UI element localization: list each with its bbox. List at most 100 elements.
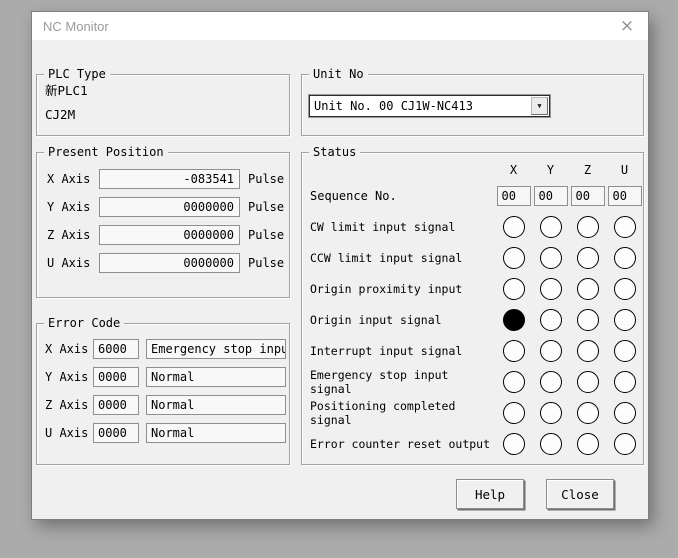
desktop-background: NC Monitor × PLC Type 新PLC1 CJ2M Unit No… — [0, 0, 678, 558]
error-row-z: Z Axis 0000 Normal — [37, 391, 289, 419]
plc-name: 新PLC1 — [45, 82, 289, 99]
signal-label: Emergency stop input signal — [310, 368, 495, 396]
help-button[interactable]: Help — [456, 479, 524, 509]
error-code-value-x: 6000 — [93, 339, 139, 359]
unit-no-label: Unit No — [309, 67, 368, 82]
indicator-circle — [540, 309, 562, 331]
signal-row-error-counter-reset: Error counter reset output — [302, 428, 643, 459]
error-row-x: X Axis 6000 Emergency stop inpu — [37, 335, 289, 363]
signal-label: Error counter reset output — [310, 437, 495, 451]
position-value-y: 0000000 — [99, 197, 240, 217]
indicator-circle — [614, 371, 636, 393]
axis-label: X Axis — [45, 342, 93, 356]
axis-label: Y Axis — [47, 200, 99, 214]
status-group: Status X Y Z U Sequence No. 00 00 — [301, 152, 644, 465]
unit-no-selected-value: Unit No. 00 CJ1W-NC413 — [310, 99, 531, 113]
sequence-no-row: Sequence No. 00 00 00 00 — [302, 181, 643, 211]
position-value-x: -083541 — [99, 169, 240, 189]
unit-label: Pulse — [248, 228, 284, 242]
error-desc-x: Emergency stop inpu — [146, 339, 286, 359]
column-y: Y — [547, 163, 554, 177]
sequence-no-label: Sequence No. — [310, 189, 495, 203]
present-position-label: Present Position — [44, 145, 168, 160]
indicator-circle — [577, 278, 599, 300]
error-code-value-u: 0000 — [93, 423, 139, 443]
column-z: Z — [584, 163, 591, 177]
position-value-z: 0000000 — [99, 225, 240, 245]
indicator-circle — [503, 433, 525, 455]
signal-row-origin-proximity: Origin proximity input — [302, 273, 643, 304]
axis-label: U Axis — [47, 256, 99, 270]
column-u: U — [621, 163, 628, 177]
signal-label: Origin proximity input — [310, 282, 495, 296]
error-row-y: Y Axis 0000 Normal — [37, 363, 289, 391]
indicator-circle — [577, 433, 599, 455]
indicator-circle — [540, 371, 562, 393]
present-position-group: Present Position X Axis -083541 Pulse Y … — [36, 152, 290, 298]
sequence-value-u: 00 — [608, 186, 642, 206]
unit-label: Pulse — [248, 172, 284, 186]
plc-type-label: PLC Type — [44, 67, 110, 82]
axis-label: Y Axis — [45, 370, 93, 384]
indicator-circle — [614, 216, 636, 238]
indicator-circle — [577, 309, 599, 331]
error-code-value-y: 0000 — [93, 367, 139, 387]
window-title: NC Monitor — [43, 19, 109, 34]
indicator-circle — [503, 216, 525, 238]
position-row-u: U Axis 0000000 Pulse — [37, 249, 289, 277]
signal-label: Interrupt input signal — [310, 344, 495, 358]
error-desc-u: Normal — [146, 423, 286, 443]
indicator-circle — [577, 216, 599, 238]
titlebar[interactable]: NC Monitor × — [32, 12, 648, 40]
error-desc-z: Normal — [146, 395, 286, 415]
indicator-circle — [614, 278, 636, 300]
indicator-circle — [503, 371, 525, 393]
indicator-circle — [503, 340, 525, 362]
position-row-x: X Axis -083541 Pulse — [37, 165, 289, 193]
signal-row-origin-input: Origin input signal — [302, 304, 643, 335]
chevron-down-icon[interactable]: ▼ — [531, 97, 548, 115]
column-x: X — [510, 163, 517, 177]
unit-no-select[interactable]: Unit No. 00 CJ1W-NC413 ▼ — [309, 95, 550, 117]
signal-row-positioning-completed: Positioning completed signal — [302, 397, 643, 428]
indicator-circle — [540, 433, 562, 455]
axis-label: U Axis — [45, 426, 93, 440]
indicator-circle — [540, 340, 562, 362]
sequence-value-x: 00 — [497, 186, 531, 206]
indicator-circle — [540, 278, 562, 300]
signal-row-emergency-stop: Emergency stop input signal — [302, 366, 643, 397]
indicator-circle — [503, 278, 525, 300]
nc-monitor-dialog: NC Monitor × PLC Type 新PLC1 CJ2M Unit No… — [32, 12, 648, 519]
indicator-circle — [503, 247, 525, 269]
indicator-circle — [577, 371, 599, 393]
axis-label: X Axis — [47, 172, 99, 186]
position-row-y: Y Axis 0000000 Pulse — [37, 193, 289, 221]
signal-label: Origin input signal — [310, 313, 495, 327]
indicator-circle — [614, 433, 636, 455]
indicator-circle — [503, 309, 525, 331]
error-code-group: Error Code X Axis 6000 Emergency stop in… — [36, 323, 290, 465]
unit-no-group: Unit No Unit No. 00 CJ1W-NC413 ▼ — [301, 74, 644, 136]
status-column-header: X Y Z U — [302, 159, 643, 181]
error-desc-y: Normal — [146, 367, 286, 387]
status-label: Status — [309, 145, 360, 160]
plc-type-group: PLC Type 新PLC1 CJ2M — [36, 74, 290, 136]
sequence-value-z: 00 — [571, 186, 605, 206]
indicator-circle — [614, 247, 636, 269]
indicator-circle — [577, 402, 599, 424]
unit-label: Pulse — [248, 200, 284, 214]
signal-row-interrupt: Interrupt input signal — [302, 335, 643, 366]
close-icon[interactable]: × — [610, 12, 644, 40]
close-button[interactable]: Close — [546, 479, 614, 509]
signal-row-ccw-limit: CCW limit input signal — [302, 242, 643, 273]
indicator-circle — [577, 340, 599, 362]
signal-label: CW limit input signal — [310, 220, 495, 234]
indicator-circle — [503, 402, 525, 424]
indicator-circle — [540, 402, 562, 424]
position-row-z: Z Axis 0000000 Pulse — [37, 221, 289, 249]
position-value-u: 0000000 — [99, 253, 240, 273]
signal-row-cw-limit: CW limit input signal — [302, 211, 643, 242]
error-row-u: U Axis 0000 Normal — [37, 419, 289, 447]
error-code-value-z: 0000 — [93, 395, 139, 415]
indicator-circle — [577, 247, 599, 269]
